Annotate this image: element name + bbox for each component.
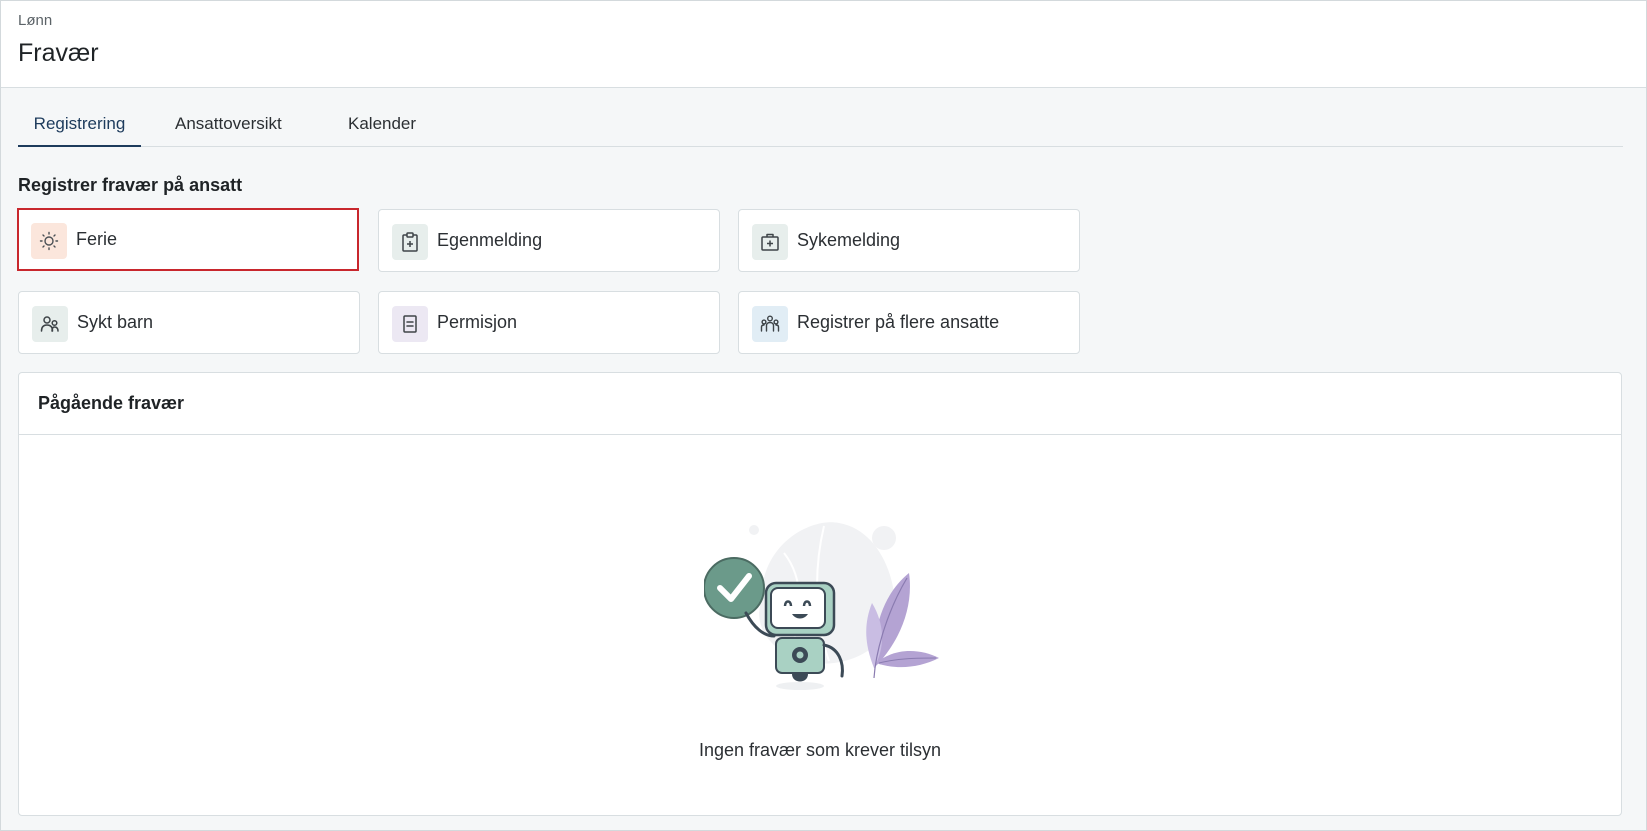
tab-registrering[interactable]: Registrering (18, 104, 141, 147)
app-frame: Lønn Fravær Registrering Ansattoversikt … (0, 0, 1647, 831)
sykemelding-label: Sykemelding (797, 230, 901, 250)
document-icon (392, 306, 428, 342)
permisjon-label: Permisjon (437, 312, 518, 332)
registrer-flere-button[interactable]: Registrer på flere ansatte (738, 291, 1080, 354)
page-title: Fravær (18, 39, 99, 67)
sun-icon (31, 223, 67, 259)
tab-bar: Registrering Ansattoversikt Kalender (18, 104, 1623, 147)
ongoing-absence-panel: Pågående fravær Ingen fravær som krever … (18, 372, 1622, 816)
sykt-barn-button[interactable]: Sykt barn (18, 291, 360, 354)
breadcrumb[interactable]: Lønn (18, 12, 52, 29)
tab-kalender[interactable]: Kalender (348, 104, 416, 147)
people-icon (32, 306, 68, 342)
tab-ansattoversikt[interactable]: Ansattoversikt (175, 104, 282, 147)
group-icon (752, 306, 788, 342)
registrer-flere-label: Registrer på flere ansatte (797, 312, 1000, 332)
medical-case-icon (752, 224, 788, 260)
section-title: Registrer fravær på ansatt (18, 175, 243, 195)
panel-title: Pågående fravær (38, 393, 185, 413)
egenmelding-button[interactable]: Egenmelding (378, 209, 720, 272)
page-header: Lønn Fravær (1, 1, 1646, 88)
ferie-button[interactable]: Ferie (17, 208, 359, 271)
clipboard-plus-icon (392, 224, 428, 260)
egenmelding-label: Egenmelding (437, 230, 543, 250)
empty-state-message: Ingen fravær som krever tilsyn (698, 740, 942, 760)
permisjon-button[interactable]: Permisjon (378, 291, 720, 354)
empty-state-illustration (703, 518, 964, 698)
sykt-barn-label: Sykt barn (77, 312, 154, 332)
sykemelding-button[interactable]: Sykemelding (738, 209, 1080, 272)
panel-header: Pågående fravær (19, 373, 1621, 435)
ferie-label: Ferie (76, 229, 118, 249)
